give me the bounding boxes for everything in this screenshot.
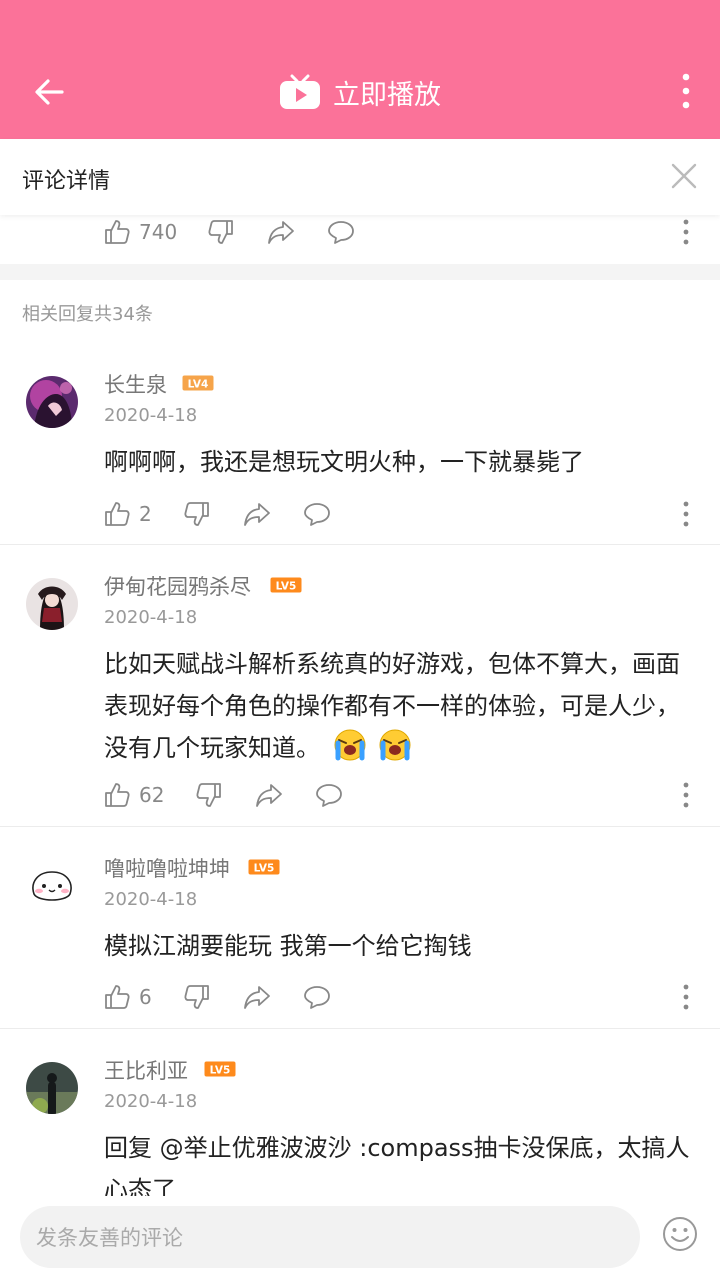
dislike-button[interactable]	[183, 977, 211, 1017]
like-count: 62	[139, 783, 165, 807]
share-arrow-icon	[244, 986, 270, 1009]
username[interactable]: 长生泉	[104, 369, 167, 399]
thumbs-down-icon	[184, 502, 209, 526]
comment-detail-header: 评论详情	[0, 139, 720, 215]
comment-actions: 6	[0, 977, 720, 1017]
comment-more-icon[interactable]	[680, 216, 692, 248]
share-button[interactable]	[254, 775, 284, 815]
svg-text:LV5: LV5	[276, 580, 297, 592]
comment-date: 2020-4-18	[104, 405, 198, 426]
thumbs-up-icon	[105, 220, 130, 244]
share-arrow-icon	[268, 221, 294, 244]
thumbs-up-icon	[105, 502, 130, 526]
dislike-button[interactable]	[207, 212, 235, 252]
top-app-bar: 立即播放	[0, 0, 720, 139]
comment-bubble-icon	[304, 503, 330, 526]
thumbs-down-icon	[196, 783, 221, 807]
avatar[interactable]	[26, 376, 78, 428]
like-count: 2	[139, 502, 152, 526]
svg-text:LV5: LV5	[210, 1064, 231, 1076]
like-button[interactable]: 6	[103, 977, 152, 1017]
username[interactable]: 王比利亚	[104, 1055, 188, 1085]
share-button[interactable]	[266, 212, 296, 252]
comment-text: 回复 @举止优雅波波沙 :compass抽卡没保底，太搞人心态了	[104, 1134, 690, 1196]
reply-button[interactable]	[327, 212, 355, 252]
crying-emoji-icon	[379, 729, 411, 761]
like-button[interactable]: 62	[103, 775, 164, 815]
level-badge-icon: LV5	[270, 577, 302, 593]
comment-text: 比如天赋战斗解析系统真的好游戏，包体不算大，画面表现好每个角色的操作都有不一样的…	[104, 643, 694, 769]
avatar[interactable]	[26, 860, 78, 912]
comment-more-icon[interactable]	[680, 981, 692, 1013]
comment-text: 模拟江湖要能玩 我第一个给它掏钱	[104, 932, 472, 960]
comment-input-bar: 发条友善的评论	[0, 1196, 720, 1280]
comment-item: 伊甸花园鸦杀尽 LV5 2020-4-18 比如天赋战斗解析系统真的好游戏，包体…	[0, 545, 720, 827]
like-count: 6	[139, 985, 152, 1009]
close-icon[interactable]	[668, 160, 700, 192]
reply-button[interactable]	[315, 775, 343, 815]
share-arrow-icon	[244, 503, 270, 526]
comment-text: 啊啊啊，我还是想玩文明火种，一下就暴毙了	[104, 448, 584, 476]
more-options-icon[interactable]	[670, 70, 702, 114]
section-divider	[0, 264, 720, 280]
comment-more-icon[interactable]	[680, 779, 692, 811]
thumbs-down-icon	[184, 985, 209, 1009]
like-count: 740	[139, 220, 178, 244]
emoji-smile-icon[interactable]	[662, 1216, 698, 1252]
reply-button[interactable]	[303, 977, 331, 1017]
level-badge-icon: LV5	[204, 1061, 236, 1077]
replies-count-label: 相关回复共34条	[22, 304, 153, 325]
comment-actions: 62	[0, 775, 720, 815]
crying-emoji-icon	[334, 729, 366, 761]
thumbs-down-icon	[208, 220, 233, 244]
username[interactable]: 伊甸花园鸦杀尽	[104, 571, 251, 601]
share-button[interactable]	[242, 494, 272, 534]
svg-text:LV5: LV5	[254, 862, 275, 874]
comment-detail-title: 评论详情	[22, 169, 111, 194]
comment-date: 2020-4-18	[104, 607, 198, 628]
avatar[interactable]	[26, 1062, 78, 1114]
username[interactable]: 噜啦噜啦坤坤	[104, 853, 230, 883]
share-arrow-icon	[256, 784, 282, 807]
play-now-title[interactable]: 立即播放	[333, 73, 441, 112]
main-comment-actions: 740	[0, 212, 720, 252]
thumbs-up-icon	[105, 985, 130, 1009]
comment-bubble-icon	[304, 986, 330, 1009]
reply-button[interactable]	[303, 494, 331, 534]
thumbs-up-icon	[105, 783, 130, 807]
like-button[interactable]: 2	[103, 494, 152, 534]
svg-text:LV4: LV4	[188, 378, 209, 390]
comment-more-icon[interactable]	[680, 498, 692, 530]
comment-item: 王比利亚 LV5 2020-4-18 回复 @举止优雅波波沙 :compass抽…	[0, 1029, 720, 1196]
comment-item: 长生泉 LV4 2020-4-18 啊啊啊，我还是想玩文明火种，一下就暴毙了 2	[0, 345, 720, 545]
share-button[interactable]	[242, 977, 272, 1017]
dislike-button[interactable]	[183, 494, 211, 534]
comment-date: 2020-4-18	[104, 889, 198, 910]
like-button[interactable]: 740	[103, 212, 177, 252]
comment-date: 2020-4-18	[104, 1091, 198, 1112]
comment-bubble-icon	[328, 221, 354, 244]
avatar[interactable]	[26, 578, 78, 630]
level-badge-icon: LV5	[248, 859, 280, 875]
comment-actions: 2	[0, 494, 720, 534]
comment-item: 噜啦噜啦坤坤 LV5 2020-4-18 模拟江湖要能玩 我第一个给它掏钱 6	[0, 827, 720, 1029]
dislike-button[interactable]	[195, 775, 223, 815]
comment-input[interactable]: 发条友善的评论	[20, 1206, 640, 1268]
tv-icon[interactable]	[279, 74, 321, 110]
back-arrow-icon[interactable]	[28, 70, 72, 114]
level-badge-icon: LV4	[182, 375, 214, 391]
comment-bubble-icon	[316, 784, 342, 807]
